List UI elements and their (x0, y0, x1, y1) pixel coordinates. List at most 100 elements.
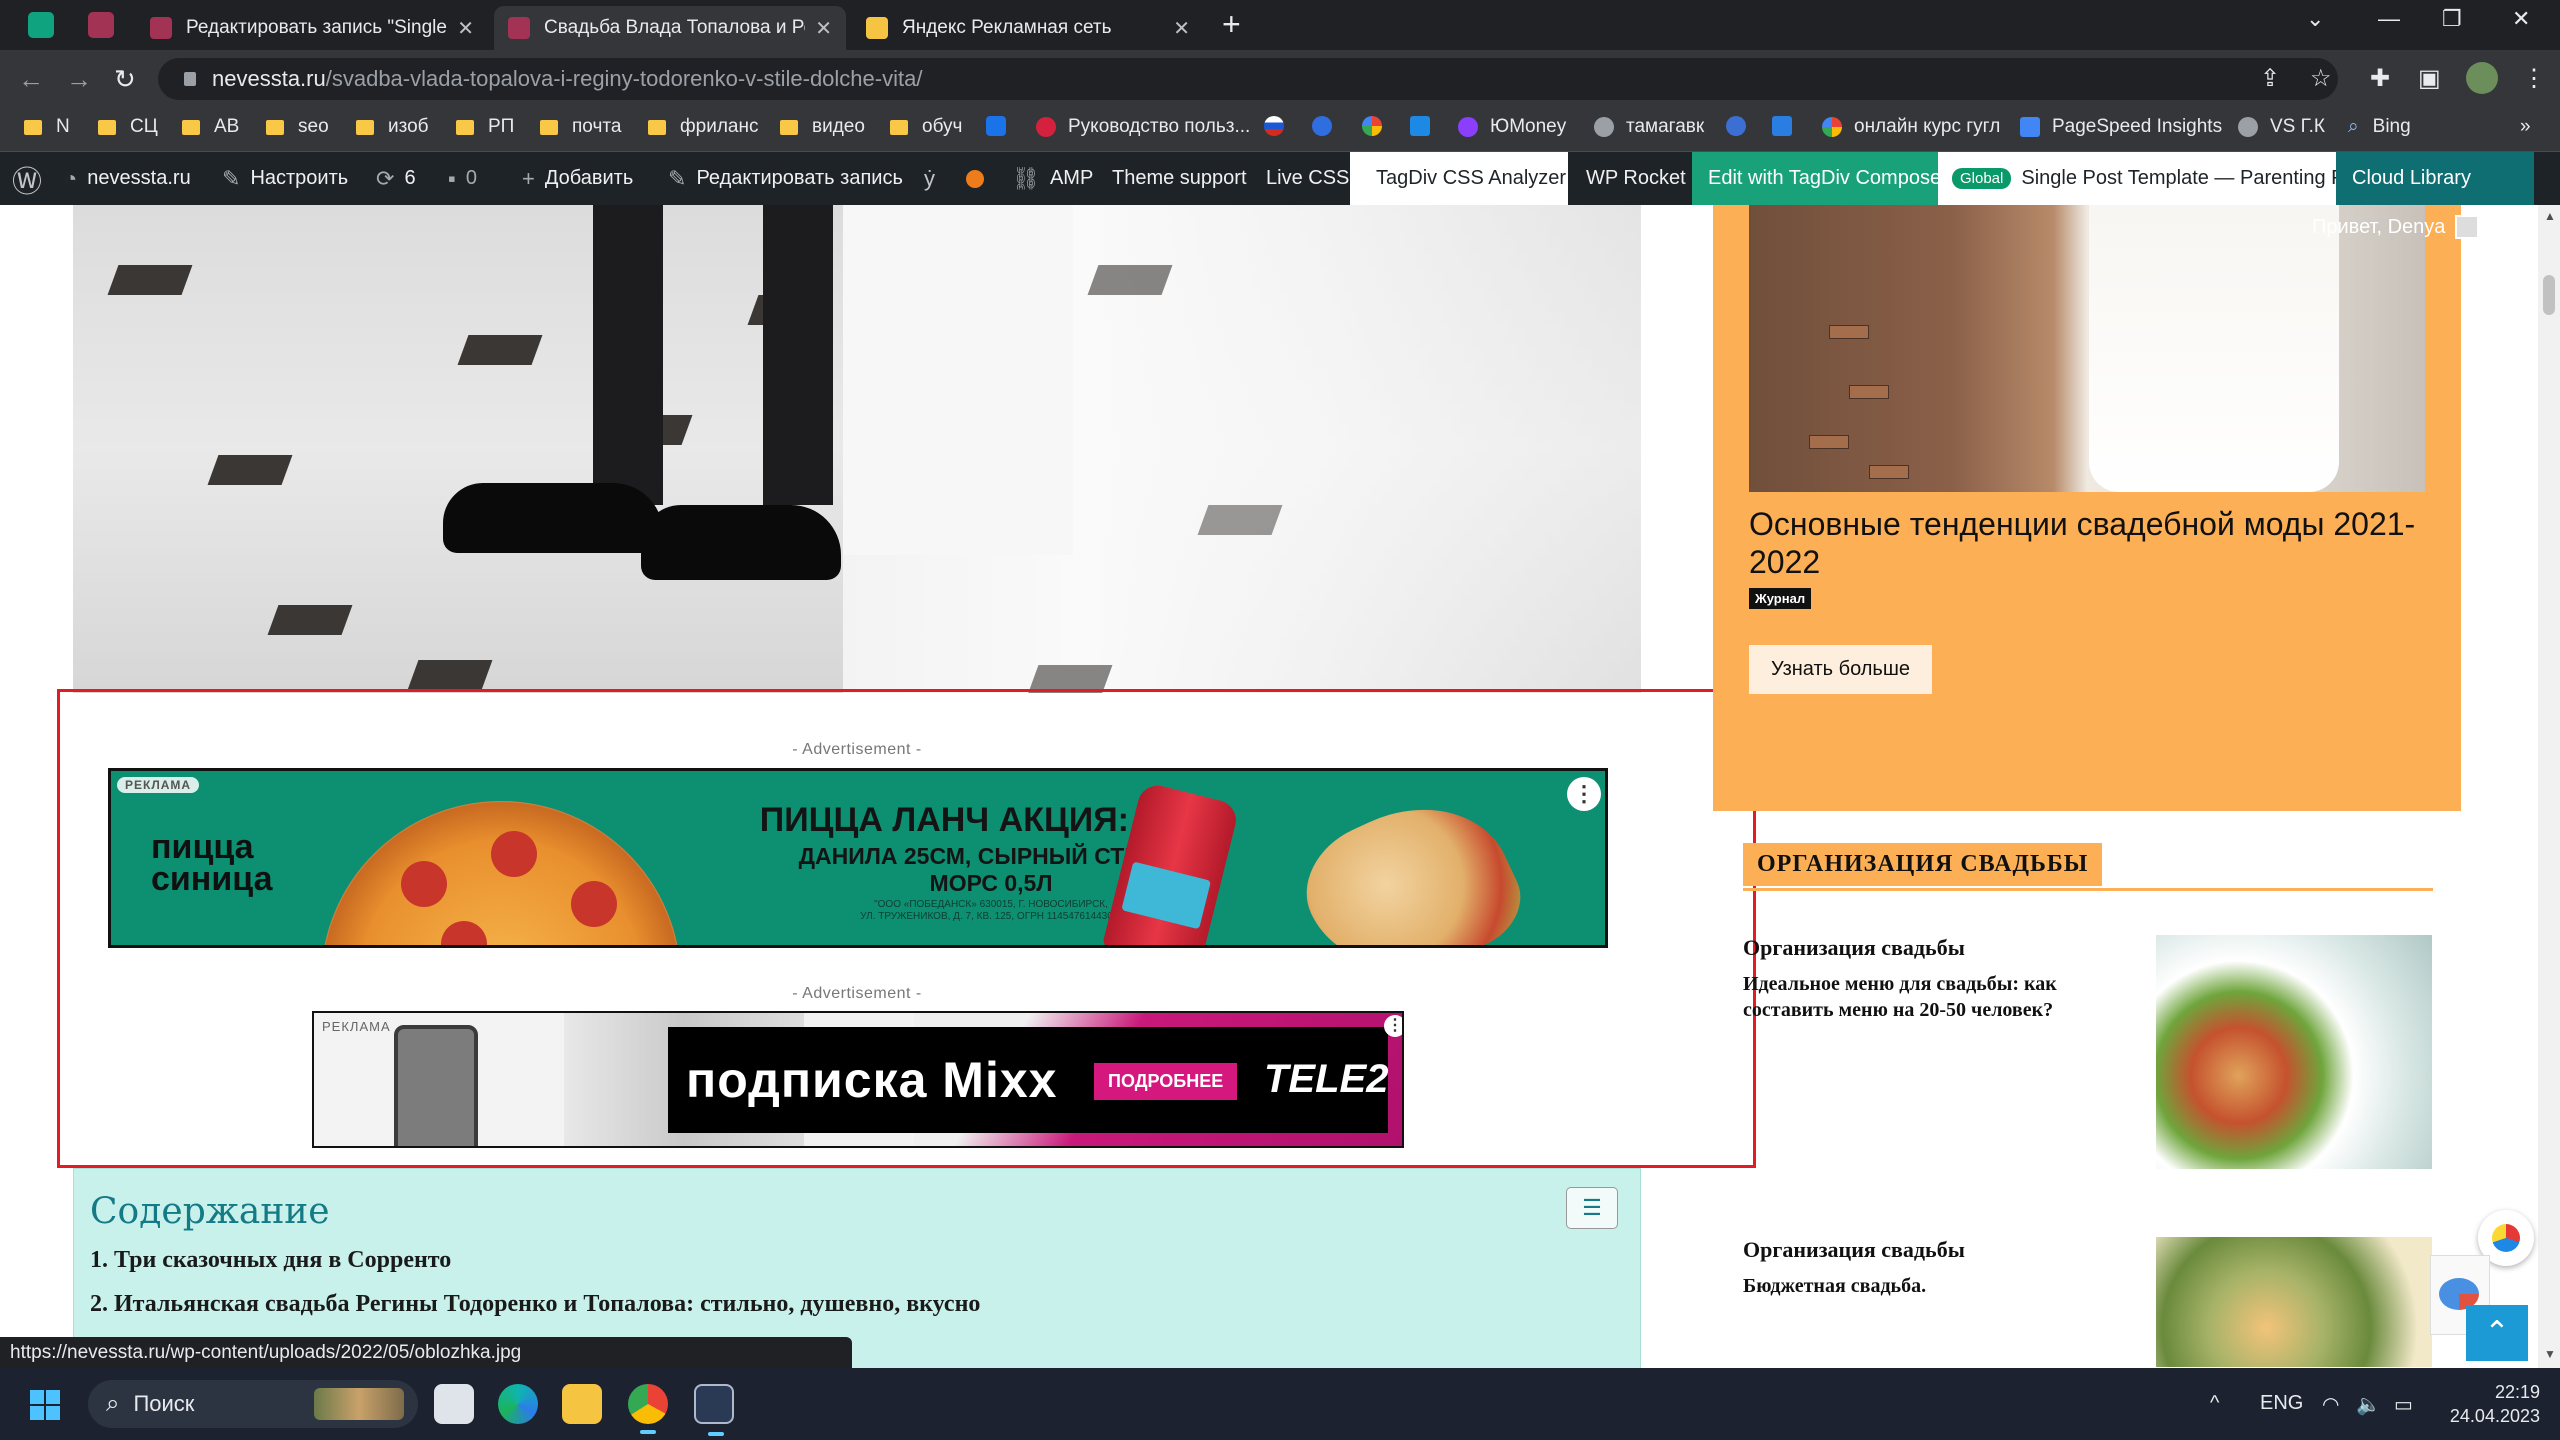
scrollbar-thumb[interactable] (2543, 275, 2555, 315)
learn-more-button[interactable]: Узнать больше (1749, 645, 1933, 694)
chrome-icon[interactable] (628, 1384, 668, 1434)
tab-yandex-ads[interactable]: Яндекс Рекламная сеть ✕ (852, 6, 1204, 50)
wifi-icon[interactable]: ◠ (2322, 1392, 2339, 1417)
wp-single-post-template[interactable]: Global Single Post Template — Parenting P… (1938, 152, 2375, 205)
wp-add-new[interactable]: + Добавить (522, 152, 633, 205)
seo-status-dot-icon[interactable] (966, 152, 984, 205)
minimize-icon[interactable]: — (2378, 6, 2400, 32)
wp-rocket[interactable]: WP Rocket (1586, 152, 1686, 205)
post-thumbnail-party[interactable] (2156, 1237, 2432, 1367)
restore-icon[interactable]: ❐ (2442, 6, 2462, 32)
reload-icon[interactable]: ↻ (114, 64, 136, 95)
menu-kebab-icon[interactable]: ⋮ (2522, 64, 2546, 93)
scroll-down-icon[interactable]: ▼ (2544, 1347, 2556, 1361)
bookmark-link[interactable] (1312, 116, 1344, 136)
bookmark-link[interactable] (1264, 116, 1296, 136)
bookmark-folder[interactable]: АВ (182, 116, 239, 138)
side-panel-icon[interactable]: ▣ (2418, 64, 2441, 93)
ad-options-icon[interactable]: ⋮ (1567, 777, 1601, 811)
wordpress-logo-icon[interactable]: Ⓦ (12, 152, 52, 205)
wp-user-greeting[interactable]: Привет, Denya (2312, 215, 2480, 239)
pinned-tab-site-icon[interactable] (88, 12, 114, 38)
promo-category-tag[interactable]: Журнал (1749, 588, 1812, 609)
bookmark-folder[interactable]: РП (456, 116, 514, 138)
sidebar-post[interactable]: Организация свадьбы Бюджетная свадьба. (1743, 1237, 2433, 1367)
bookmark-link[interactable]: ЮMoney (1458, 116, 1566, 138)
bookmark-link[interactable]: онлайн курс гугл (1822, 116, 2000, 138)
bookmark-link[interactable] (1362, 116, 1394, 136)
sidebar-post[interactable]: Организация свадьбы Идеальное меню для с… (1743, 935, 2433, 1169)
bookmark-folder[interactable]: изоб (356, 116, 429, 138)
windows-start-icon[interactable] (30, 1390, 60, 1420)
wp-comments[interactable]: ▪ 0 (448, 152, 477, 205)
close-tab-icon[interactable]: ✕ (815, 16, 832, 41)
bookmark-folder[interactable]: фриланс (648, 116, 758, 138)
taskbar-search[interactable]: ⌕ Поиск (88, 1380, 418, 1428)
post-title[interactable]: Идеальное меню для свадьбы: как составит… (1743, 971, 2123, 1023)
bookmark-folder[interactable]: N (24, 116, 70, 138)
wp-customize[interactable]: ✎ Настроить (222, 152, 348, 205)
volume-icon[interactable]: 🔈 (2356, 1392, 2381, 1417)
bookmark-link[interactable] (1772, 116, 1804, 136)
close-window-icon[interactable]: ✕ (2512, 6, 2530, 32)
taskbar-clock[interactable]: 22:19 24.04.2023 (2440, 1380, 2540, 1428)
bookmark-link[interactable]: VS Г.К (2238, 116, 2325, 138)
promo-image[interactable] (1749, 205, 2425, 492)
tab-edit-post[interactable]: Редактировать запись "Single P ✕ (136, 6, 488, 50)
address-bar[interactable]: nevessta.ru /svadba-vlada-topalova-i-reg… (158, 58, 2338, 100)
wp-updates[interactable]: ⟳ 6 (376, 152, 416, 205)
back-icon[interactable]: ← (18, 64, 44, 95)
toc-item[interactable]: 2. Итальянская свадьба Регины Тодоренко … (90, 1291, 980, 1318)
ad-more-button[interactable]: ПОДРОБНЕЕ (1094, 1063, 1238, 1100)
extensions-icon[interactable]: ✚ (2370, 64, 2390, 93)
forward-icon[interactable]: → (66, 64, 92, 95)
wp-edit-post[interactable]: ✎ Редактировать запись (668, 152, 903, 205)
post-title[interactable]: Бюджетная свадьба. (1743, 1273, 2123, 1299)
tab-wedding-article[interactable]: Свадьба Влада Топалова и Реги ✕ (494, 6, 846, 50)
scroll-up-icon[interactable]: ▲ (2544, 209, 2556, 223)
bookmarks-overflow-icon[interactable]: » (2520, 116, 2531, 138)
bookmark-folder[interactable]: почта (540, 116, 621, 138)
app-icon[interactable] (694, 1384, 734, 1436)
close-tab-icon[interactable]: ✕ (1173, 16, 1190, 41)
bookmark-link[interactable]: PageSpeed Insights (2020, 116, 2222, 138)
pinned-tab-chatgpt-icon[interactable] (28, 12, 54, 38)
post-thumbnail-food[interactable] (2156, 935, 2432, 1169)
tab-search-chevron-icon[interactable]: ⌄ (2306, 6, 2324, 32)
wp-amp[interactable]: ⛓ AMP (1012, 152, 1093, 205)
cloud-library-button[interactable]: Cloud Library (2336, 152, 2534, 205)
task-view-icon[interactable] (434, 1384, 474, 1424)
bookmark-link[interactable] (1410, 116, 1442, 136)
edit-with-tagdiv-button[interactable]: Edit with TagDiv Composer (1692, 152, 1948, 205)
bookmark-star-icon[interactable]: ☆ (2310, 64, 2332, 93)
language-indicator[interactable]: ENG (2260, 1392, 2303, 1415)
bookmark-link[interactable]: ⌕ Bing (2348, 116, 2411, 138)
close-tab-icon[interactable]: ✕ (457, 16, 474, 41)
promo-title[interactable]: Основные тенденции свадебной моды 2021-2… (1749, 505, 2429, 581)
wp-tagdiv-css-analyzer[interactable]: TagDiv CSS Analyzer (1350, 152, 1568, 205)
wp-site-link[interactable]: ◔ nevessta.ru (64, 152, 191, 205)
new-tab-icon[interactable]: + (1222, 6, 1241, 43)
wp-live-css[interactable]: Live CSS (1266, 152, 1349, 205)
tele2-banner-ad[interactable]: РЕКЛАМА подписка Mixx ПОДРОБНЕЕ TELE2 ⋮ (312, 1011, 1404, 1148)
pizza-banner-ad[interactable]: РЕКЛАМА пицца синица ПИЦЦА ЛАНЧ АКЦИЯ: 5… (108, 768, 1608, 948)
file-explorer-icon[interactable] (562, 1384, 602, 1424)
page-scrollbar[interactable]: ▲ ▼ (2538, 205, 2560, 1368)
bookmark-folder[interactable]: seo (266, 116, 329, 138)
bookmark-link[interactable]: тамагавк (1594, 116, 1704, 138)
scroll-to-top-button[interactable]: ⌃ (2466, 1305, 2528, 1361)
yoast-icon[interactable]: ẏ (924, 152, 945, 205)
article-hero-image[interactable] (73, 205, 1641, 693)
ad-options-icon[interactable]: ⋮ (1384, 1015, 1402, 1037)
bookmark-link[interactable]: Руководство польз... (1036, 116, 1250, 138)
edge-icon[interactable] (498, 1384, 538, 1424)
profile-avatar[interactable] (2466, 62, 2498, 94)
bookmark-folder[interactable]: СЦ (98, 116, 158, 138)
toc-item[interactable]: 1. Три сказочных дня в Сорренто (90, 1247, 451, 1274)
bookmark-folder[interactable]: видео (780, 116, 865, 138)
bookmark-folder[interactable]: обуч (890, 116, 962, 138)
bookmark-link[interactable] (1726, 116, 1758, 136)
battery-icon[interactable]: ▭ (2394, 1392, 2413, 1417)
share-icon[interactable]: ⇪ (2260, 64, 2280, 93)
toc-toggle-list-icon[interactable]: ☰ (1566, 1187, 1618, 1229)
